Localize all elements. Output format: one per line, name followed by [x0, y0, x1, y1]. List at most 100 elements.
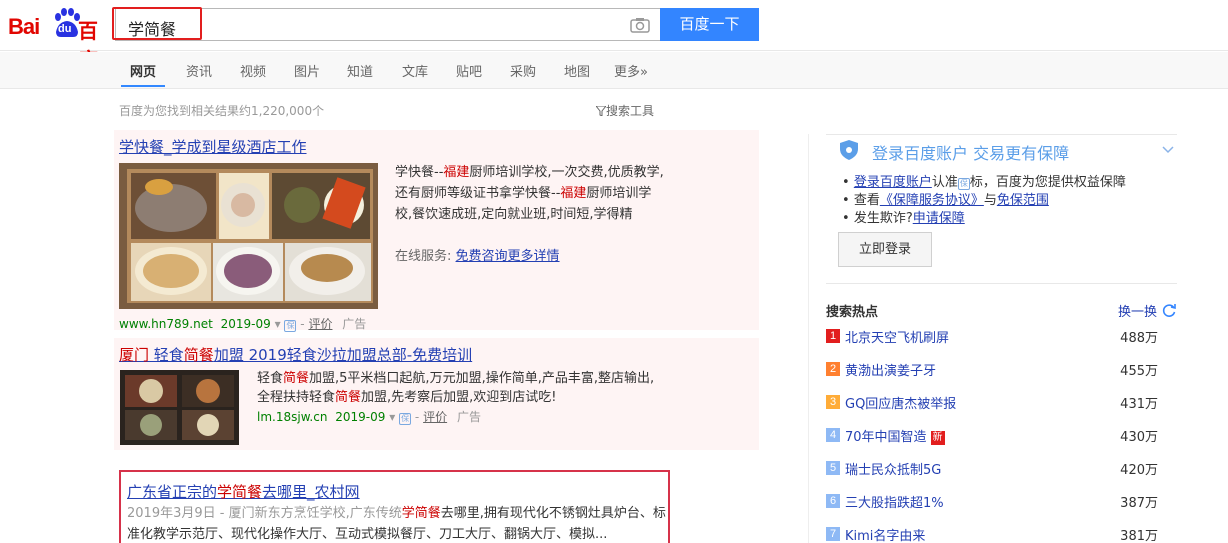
hot-rank-badge: 7 — [826, 527, 840, 541]
ad1-title[interactable]: 学快餐_学成到星级酒店工作 — [119, 136, 307, 157]
tab-video[interactable]: 视频 — [240, 61, 266, 80]
ad2-title-text: 轻食 — [149, 346, 184, 364]
bento-picture — [120, 370, 239, 445]
hot-search-item[interactable]: 7 Kimi名字由来 381万 — [826, 525, 1166, 543]
new-badge: 新 — [930, 431, 945, 445]
hot-search-text: 70年中国智造 — [845, 430, 927, 445]
coverage-link[interactable]: 免保范围 — [997, 193, 1049, 208]
hot-search-item[interactable]: 2 黄渤出演姜子牙 455万 — [826, 360, 1166, 380]
hot-rank-badge: 4 — [826, 428, 840, 442]
hot-rank-badge: 2 — [826, 362, 840, 376]
dropdown-caret-icon[interactable]: ▾ — [275, 317, 281, 331]
hot-search-link[interactable]: GQ回应唐杰被举报 — [845, 393, 956, 412]
ad2-title-keyword: 厦门 — [119, 346, 150, 364]
result3-title-text: 去哪里_农村网 — [262, 483, 360, 501]
hot-search-link[interactable]: 北京天空飞机刷屏 — [845, 327, 949, 346]
right-top-rule — [826, 134, 1177, 135]
refresh-button[interactable]: 换一换 — [1118, 301, 1157, 320]
badge-shield-icon[interactable]: 保 — [399, 413, 412, 425]
dropdown-caret-icon[interactable]: ▾ — [389, 410, 395, 424]
filter-icon — [594, 105, 608, 117]
refresh-icon[interactable] — [1161, 302, 1177, 318]
login-title[interactable]: 登录百度账户 交易更有保障 — [872, 140, 1069, 164]
login-line-3: • 发生欺诈?申请保障 — [842, 211, 965, 226]
hot-search-item[interactable]: 1 北京天空飞机刷屏 488万 — [826, 327, 1166, 347]
ad2-description: 轻食简餐加盟,5平米档口起航,万元加盟,操作简单,产品丰富,整店输出,全程扶持轻… — [257, 369, 657, 407]
ad1-description: 学快餐--福建厨师培训学校,一次交费,优质教学,还有厨师等级证书拿学快餐--福建… — [395, 162, 665, 225]
apply-protection-link[interactable]: 申请保障 — [913, 211, 965, 226]
hot-search-link[interactable]: 70年中国智造新 — [845, 426, 945, 445]
search-button[interactable]: 百度一下 — [660, 8, 759, 41]
hot-search-count: 488万 — [1120, 331, 1158, 346]
tab-news[interactable]: 资讯 — [186, 61, 212, 80]
hot-search-text: GQ回应唐杰被举报 — [845, 397, 957, 412]
camera-icon[interactable] — [630, 17, 650, 33]
ad1-url[interactable]: www.hn789.net — [119, 317, 213, 331]
tab-wenku[interactable]: 文库 — [402, 61, 428, 80]
ad2-title-keyword: 简餐 — [183, 346, 214, 364]
hot-search-item[interactable]: 4 70年中国智造新 430万 — [826, 426, 1166, 446]
hot-search-count: 431万 — [1120, 397, 1158, 412]
column-divider — [808, 134, 809, 543]
result3-title-text: 广东省正宗的 — [127, 483, 218, 501]
search-highlight-box — [112, 7, 202, 40]
free-consult-link[interactable]: 免费咨询更多详情 — [456, 249, 560, 264]
login-line-1: • 登录百度账户认准保标，百度为您提供权益保障 — [842, 175, 1126, 190]
result3-description: 2019年3月9日 - 厦门新东方烹饪学校,广东传统学简餐去哪里,拥有现代化不锈… — [127, 503, 667, 543]
tab-map[interactable]: 地图 — [564, 61, 590, 80]
ad2-url[interactable]: lm.18sjw.cn — [257, 410, 327, 424]
badge-shield-icon[interactable]: 保 — [284, 320, 297, 332]
hot-search-link[interactable]: Kimi名字由来 — [845, 525, 925, 543]
tab-more[interactable]: 更多» — [614, 61, 648, 80]
ad2-review-link[interactable]: 评价 — [423, 410, 447, 424]
logo-text-du: du — [58, 23, 72, 35]
tab-web[interactable]: 网页 — [130, 61, 156, 80]
ad2-title[interactable]: 厦门 轻食简餐加盟 2019轻食沙拉加盟总部-免费培训 — [119, 344, 472, 365]
nav-tabs: 网页 资讯 视频 图片 知道 文库 贴吧 采购 地图 更多» — [0, 52, 1228, 89]
tab-images[interactable]: 图片 — [294, 61, 320, 80]
hot-rank-badge: 5 — [826, 461, 840, 475]
result-count: 百度为您找到相关结果约1,220,000个 — [119, 104, 325, 118]
right-mid-rule — [826, 283, 1177, 284]
result3-title[interactable]: 广东省正宗的学简餐去哪里_农村网 — [127, 481, 360, 502]
ad1-food-image[interactable] — [119, 163, 378, 309]
hot-search-item[interactable]: 3 GQ回应唐杰被举报 431万 — [826, 393, 1166, 413]
login-line-text: 与 — [983, 193, 997, 208]
ad2-ad-label: 广告 — [456, 410, 481, 424]
hot-search-text: Kimi名字由来 — [845, 529, 926, 543]
ad2-desc-text: 轻食 — [257, 371, 284, 386]
ad1-desc-keyword: 福建 — [560, 186, 587, 201]
login-line-2: • 查看《保障服务协议》与免保范围 — [842, 193, 1049, 208]
ad2-food-image[interactable] — [120, 370, 239, 445]
logo-text-bai: Bai — [8, 14, 40, 39]
login-line-text: 发生欺诈? — [853, 211, 913, 226]
hot-search-link[interactable]: 三大股指跌超1% — [845, 492, 944, 511]
ad1-online-service: 在线服务: 免费咨询更多详情 — [395, 245, 560, 264]
login-button[interactable]: 立即登录 — [838, 232, 932, 267]
hot-search-item[interactable]: 5 瑞士民众抵制5G 420万 — [826, 459, 1166, 479]
tab-purchase[interactable]: 采购 — [510, 61, 536, 80]
hot-search-link[interactable]: 黄渤出演姜子牙 — [845, 360, 936, 379]
tab-tieba[interactable]: 贴吧 — [456, 61, 482, 80]
chevron-down-icon[interactable] — [1162, 144, 1174, 156]
ad2-title-text: 加盟 2019轻食沙拉加盟总部-免费培训 — [213, 346, 473, 364]
login-line-text: 查看 — [853, 193, 880, 208]
result3-desc-keyword: 学简餐 — [401, 506, 441, 521]
ad2-meta: lm.18sjw.cn 2019-09 ▾ 保 - 评价 广告 — [257, 410, 481, 425]
hot-search-link[interactable]: 瑞士民众抵制5G — [845, 459, 941, 478]
hot-search-count: 381万 — [1120, 529, 1158, 543]
hot-search-item[interactable]: 6 三大股指跌超1% 387万 — [826, 492, 1166, 512]
ad1-review-link[interactable]: 评价 — [308, 317, 332, 331]
login-account-link[interactable]: 登录百度账户 — [854, 175, 932, 190]
bento-picture — [119, 163, 378, 309]
search-tools[interactable]: 搜索工具 — [594, 102, 654, 119]
online-service-label: 在线服务: — [395, 249, 452, 264]
baidu-logo[interactable]: Bai du 百度 — [8, 6, 112, 72]
ad2-desc-keyword: 简餐 — [283, 371, 310, 386]
tab-zhidao[interactable]: 知道 — [347, 61, 373, 80]
hot-rank-badge: 1 — [826, 329, 840, 343]
hot-search-text: 三大股指跌超1% — [845, 496, 944, 511]
login-line-text: 认准 — [931, 175, 958, 190]
service-agreement-link[interactable]: 《保障服务协议》 — [880, 193, 984, 208]
ad1-date: 2019-09 — [220, 317, 271, 331]
